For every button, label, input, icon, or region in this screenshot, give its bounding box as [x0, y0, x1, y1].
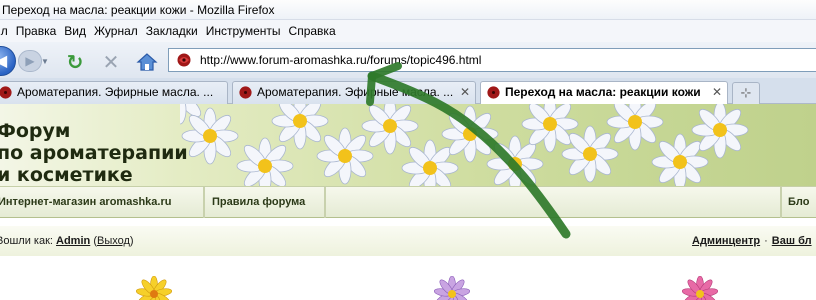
menu-tools[interactable]: Инструменты	[206, 20, 281, 42]
forum-title-line-2: по ароматерапии	[0, 142, 188, 164]
chevron-down-icon: ▼	[41, 56, 49, 66]
new-tab-button[interactable]: ⊹	[732, 82, 760, 104]
nav-blog-link[interactable]: Бло	[788, 187, 809, 218]
admin-links: Админцентр · Ваш бл	[692, 226, 812, 256]
water-lily-banner-image	[180, 104, 749, 186]
menu-help[interactable]: Справка	[289, 20, 336, 42]
tab-label: Переход на масла: реакции кожи	[505, 85, 701, 99]
window-title: Переход на масла: реакции кожи - Mozilla…	[0, 0, 816, 20]
forward-button[interactable]: ▶	[18, 50, 42, 72]
site-favicon-icon	[487, 86, 500, 99]
menu-bar: йл Правка Вид Журнал Закладки Инструменты Спра…	[0, 20, 816, 42]
nav-rules-link[interactable]: Правила форума	[212, 187, 305, 218]
nav-divider	[203, 187, 205, 218]
stop-button[interactable]: ✕	[100, 51, 122, 74]
logged-in-label: Вошли как:	[0, 235, 53, 247]
home-button[interactable]	[134, 50, 160, 74]
reload-button[interactable]: ↻	[64, 51, 86, 74]
address-bar[interactable]: http://www.forum-aromashka.ru/forums/top…	[168, 48, 816, 72]
tab-aromatherapy-1[interactable]: Ароматерапия. Эфирные масла. ...	[0, 81, 228, 104]
menu-bookmarks[interactable]: Закладки	[146, 20, 198, 42]
site-banner: Форум по ароматерапии и косметике	[0, 104, 816, 186]
tab-skin-reactions[interactable]: Переход на масла: реакции кожи ✕	[480, 81, 728, 105]
url-text[interactable]: http://www.forum-aromashka.ru/forums/top…	[200, 53, 481, 67]
stop-icon: ✕	[102, 51, 120, 74]
home-icon	[136, 53, 158, 71]
tab-close-icon[interactable]: ✕	[460, 82, 470, 103]
pink-flower-icon	[682, 276, 718, 300]
reload-icon: ↻	[66, 51, 84, 74]
tab-label: Ароматерапия. Эфирные масла. ...	[257, 85, 454, 99]
tab-close-icon[interactable]: ✕	[712, 82, 722, 103]
your-blog-link[interactable]: Ваш бл	[772, 235, 812, 247]
tab-bar: Ароматерапия. Эфирные масла. ... Аромате…	[0, 78, 816, 105]
forum-title-line-1: Форум	[0, 120, 71, 142]
menu-view[interactable]: Вид	[64, 20, 86, 42]
menu-history[interactable]: Журнал	[94, 20, 138, 42]
back-button[interactable]: ◀	[0, 46, 16, 76]
purple-flower-icon	[434, 276, 470, 300]
menu-edit[interactable]: Правка	[16, 20, 57, 42]
forward-arrow-icon: ▶	[25, 54, 35, 68]
forum-title[interactable]: Форум по ароматерапии и косметике	[0, 120, 188, 186]
admin-center-link[interactable]: Админцентр	[692, 235, 760, 247]
logout-link[interactable]: Выход	[97, 235, 130, 247]
paren-close: )	[129, 235, 134, 247]
nav-divider	[780, 187, 782, 218]
menu-file[interactable]: йл	[0, 20, 8, 42]
username-link[interactable]: Admin	[56, 235, 90, 247]
site-favicon-icon	[177, 53, 191, 67]
tab-aromatherapy-2[interactable]: Ароматерапия. Эфирные масла. ... ✕	[232, 81, 476, 104]
nav-shop-link[interactable]: Интернет-магазин aromashka.ru	[0, 187, 171, 218]
site-favicon-icon	[0, 86, 12, 99]
site-nav: Интернет-магазин aromashka.ru Правила фо…	[0, 186, 816, 218]
yellow-flower-icon	[136, 276, 172, 300]
forum-title-line-3: и косметике	[0, 164, 133, 186]
back-arrow-icon: ◀	[0, 53, 8, 70]
link-separator: ·	[764, 235, 768, 247]
nav-divider	[324, 187, 326, 218]
login-bar: Вошли как: Admin (Выход) Админцентр · Ваш …	[0, 226, 816, 256]
tab-label: Ароматерапия. Эфирные масла. ...	[17, 85, 214, 99]
history-dropdown-button[interactable]: ▼	[40, 54, 50, 68]
site-favicon-icon	[239, 86, 252, 99]
page-content	[0, 256, 816, 300]
